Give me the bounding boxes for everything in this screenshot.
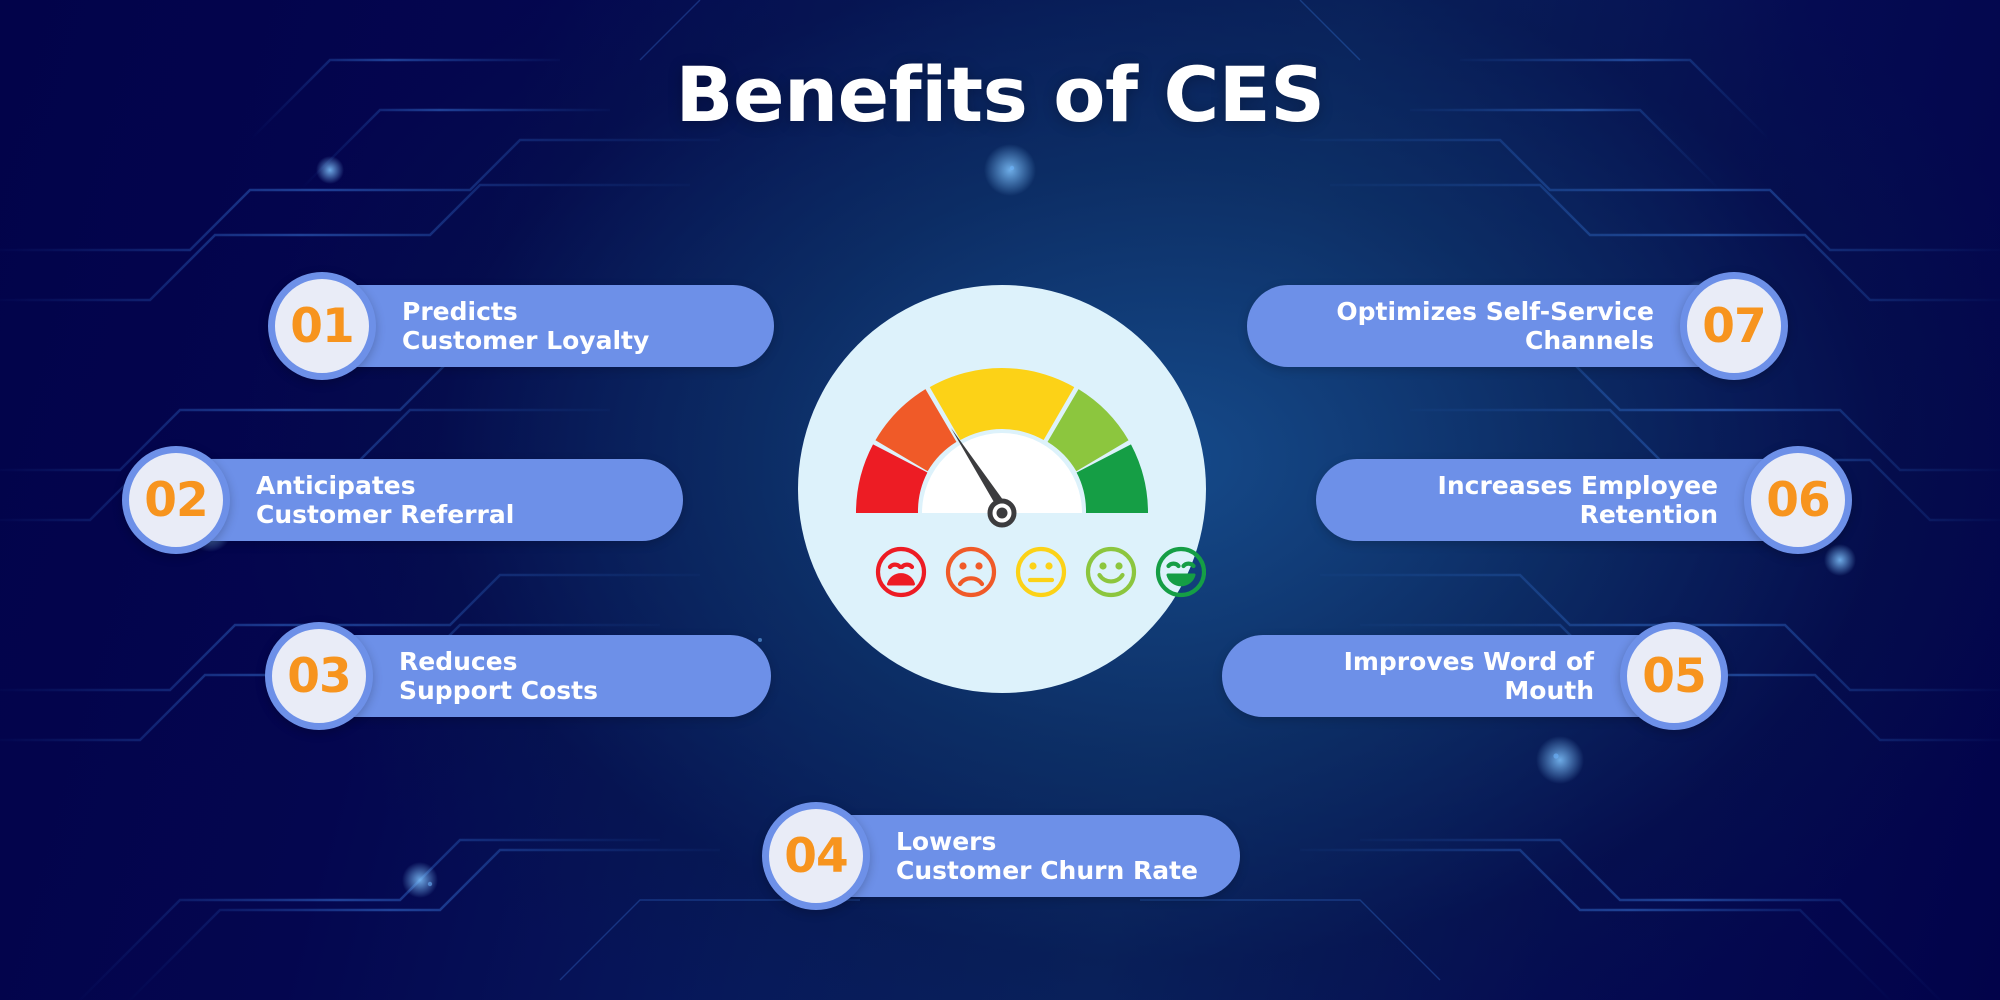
benefit-number-badge-02: 02 bbox=[122, 446, 230, 554]
benefit-label-02: Anticipates Customer Referral bbox=[256, 470, 515, 530]
benefit-pill-02[interactable]: Anticipates Customer Referral bbox=[208, 459, 683, 541]
benefit-number-badge-03: 03 bbox=[265, 622, 373, 730]
benefit-pill-05[interactable]: Improves Word of Mouth bbox=[1222, 635, 1642, 717]
gauge-needle-hub-center bbox=[996, 507, 1008, 519]
benefit-pill-03[interactable]: Reduces Support Costs bbox=[351, 635, 771, 717]
benefit-number-03: 03 bbox=[287, 648, 351, 704]
benefit-label-04: Lowers Customer Churn Rate bbox=[896, 826, 1198, 886]
benefit-item-01[interactable]: 01 Predicts Customer Loyalty bbox=[268, 272, 774, 380]
face-very-happy-icon bbox=[1155, 546, 1206, 598]
gauge-segment-neutral bbox=[929, 368, 1075, 441]
benefit-pill-04[interactable]: Lowers Customer Churn Rate bbox=[848, 815, 1240, 897]
benefit-pill-06[interactable]: Increases Employee Retention bbox=[1316, 459, 1766, 541]
infographic-canvas: Benefits of CES 01 Predicts Customer Loy… bbox=[0, 0, 2000, 1000]
benefit-number-06: 06 bbox=[1766, 472, 1830, 528]
benefit-number-badge-01: 01 bbox=[268, 272, 376, 380]
benefit-number-badge-04: 04 bbox=[762, 802, 870, 910]
benefit-item-07[interactable]: 07 Optimizes Self-Service Channels bbox=[1247, 272, 1788, 380]
satisfaction-face-row bbox=[875, 546, 1206, 598]
benefit-label-05: Improves Word of Mouth bbox=[1343, 646, 1594, 706]
gauge-svg bbox=[855, 368, 1206, 598]
page-title: Benefits of CES bbox=[675, 50, 1325, 139]
face-neutral-icon bbox=[1015, 546, 1067, 598]
benefit-pill-01[interactable]: Predicts Customer Loyalty bbox=[354, 285, 774, 367]
face-happy-icon bbox=[1085, 546, 1137, 598]
benefit-number-badge-05: 05 bbox=[1620, 622, 1728, 730]
benefit-number-01: 01 bbox=[290, 298, 354, 354]
benefit-number-02: 02 bbox=[144, 472, 208, 528]
benefit-item-02[interactable]: 02 Anticipates Customer Referral bbox=[122, 446, 683, 554]
benefit-number-05: 05 bbox=[1642, 648, 1706, 704]
benefit-item-05[interactable]: 05 Improves Word of Mouth bbox=[1222, 622, 1728, 730]
benefit-number-04: 04 bbox=[784, 828, 848, 884]
benefit-item-04[interactable]: 04 Lowers Customer Churn Rate bbox=[762, 802, 1240, 910]
benefit-number-badge-06: 06 bbox=[1744, 446, 1852, 554]
benefit-label-01: Predicts Customer Loyalty bbox=[402, 296, 650, 356]
face-very-sad-icon bbox=[875, 546, 927, 598]
benefit-label-03: Reduces Support Costs bbox=[399, 646, 598, 706]
gauge-illustration bbox=[798, 285, 1206, 693]
benefit-label-06: Increases Employee Retention bbox=[1437, 470, 1718, 530]
benefit-number-07: 07 bbox=[1702, 298, 1766, 354]
benefit-item-03[interactable]: 03 Reduces Support Costs bbox=[265, 622, 771, 730]
benefit-label-07: Optimizes Self-Service Channels bbox=[1336, 296, 1654, 356]
benefit-pill-07[interactable]: Optimizes Self-Service Channels bbox=[1247, 285, 1702, 367]
face-sad-icon bbox=[945, 546, 997, 598]
benefit-item-06[interactable]: 06 Increases Employee Retention bbox=[1316, 446, 1852, 554]
benefit-number-badge-07: 07 bbox=[1680, 272, 1788, 380]
